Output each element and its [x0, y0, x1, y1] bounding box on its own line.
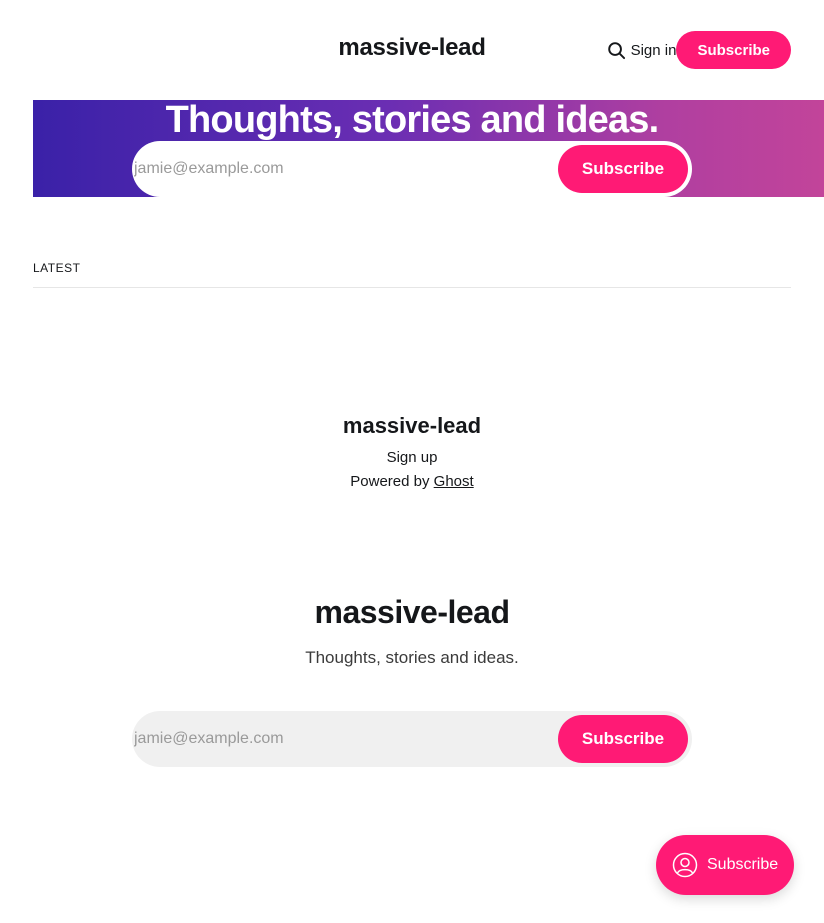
cta-email-input[interactable]	[132, 711, 558, 767]
user-circle-icon	[672, 852, 698, 878]
hero-title: Thoughts, stories and ideas.	[165, 100, 660, 141]
search-icon	[607, 41, 626, 60]
footer-powered-by: Powered by Ghost	[0, 473, 824, 490]
footer-brand[interactable]: massive-lead	[0, 413, 824, 439]
portal-label: Subscribe	[707, 856, 779, 873]
hero-signup-form: Subscribe	[132, 141, 692, 197]
footer-signup-link[interactable]: Sign up	[0, 449, 824, 466]
ghost-link[interactable]: Ghost	[434, 473, 474, 490]
hero-banner: Thoughts, stories and ideas. Subscribe	[33, 100, 824, 197]
cta-subscribe-button[interactable]: Subscribe	[558, 715, 688, 763]
powered-by-text: Powered by	[350, 473, 430, 490]
signin-link[interactable]: Sign in	[631, 42, 677, 59]
latest-section-label: LATEST	[33, 261, 81, 275]
section-divider	[33, 287, 791, 288]
header-subscribe-button[interactable]: Subscribe	[676, 31, 791, 69]
hero-subscribe-button[interactable]: Subscribe	[558, 145, 688, 193]
search-button[interactable]	[606, 39, 628, 61]
cta-brand: massive-lead	[314, 594, 510, 630]
hero-email-input[interactable]	[132, 141, 558, 197]
site-header: massive-lead Sign in Subscribe	[0, 0, 824, 100]
cta-description: Thoughts, stories and ideas.	[305, 648, 519, 667]
portal-subscribe-button[interactable]: Subscribe	[656, 835, 794, 895]
header-actions: Sign in Subscribe	[606, 31, 791, 69]
cta-signup-form: Subscribe	[132, 711, 692, 767]
